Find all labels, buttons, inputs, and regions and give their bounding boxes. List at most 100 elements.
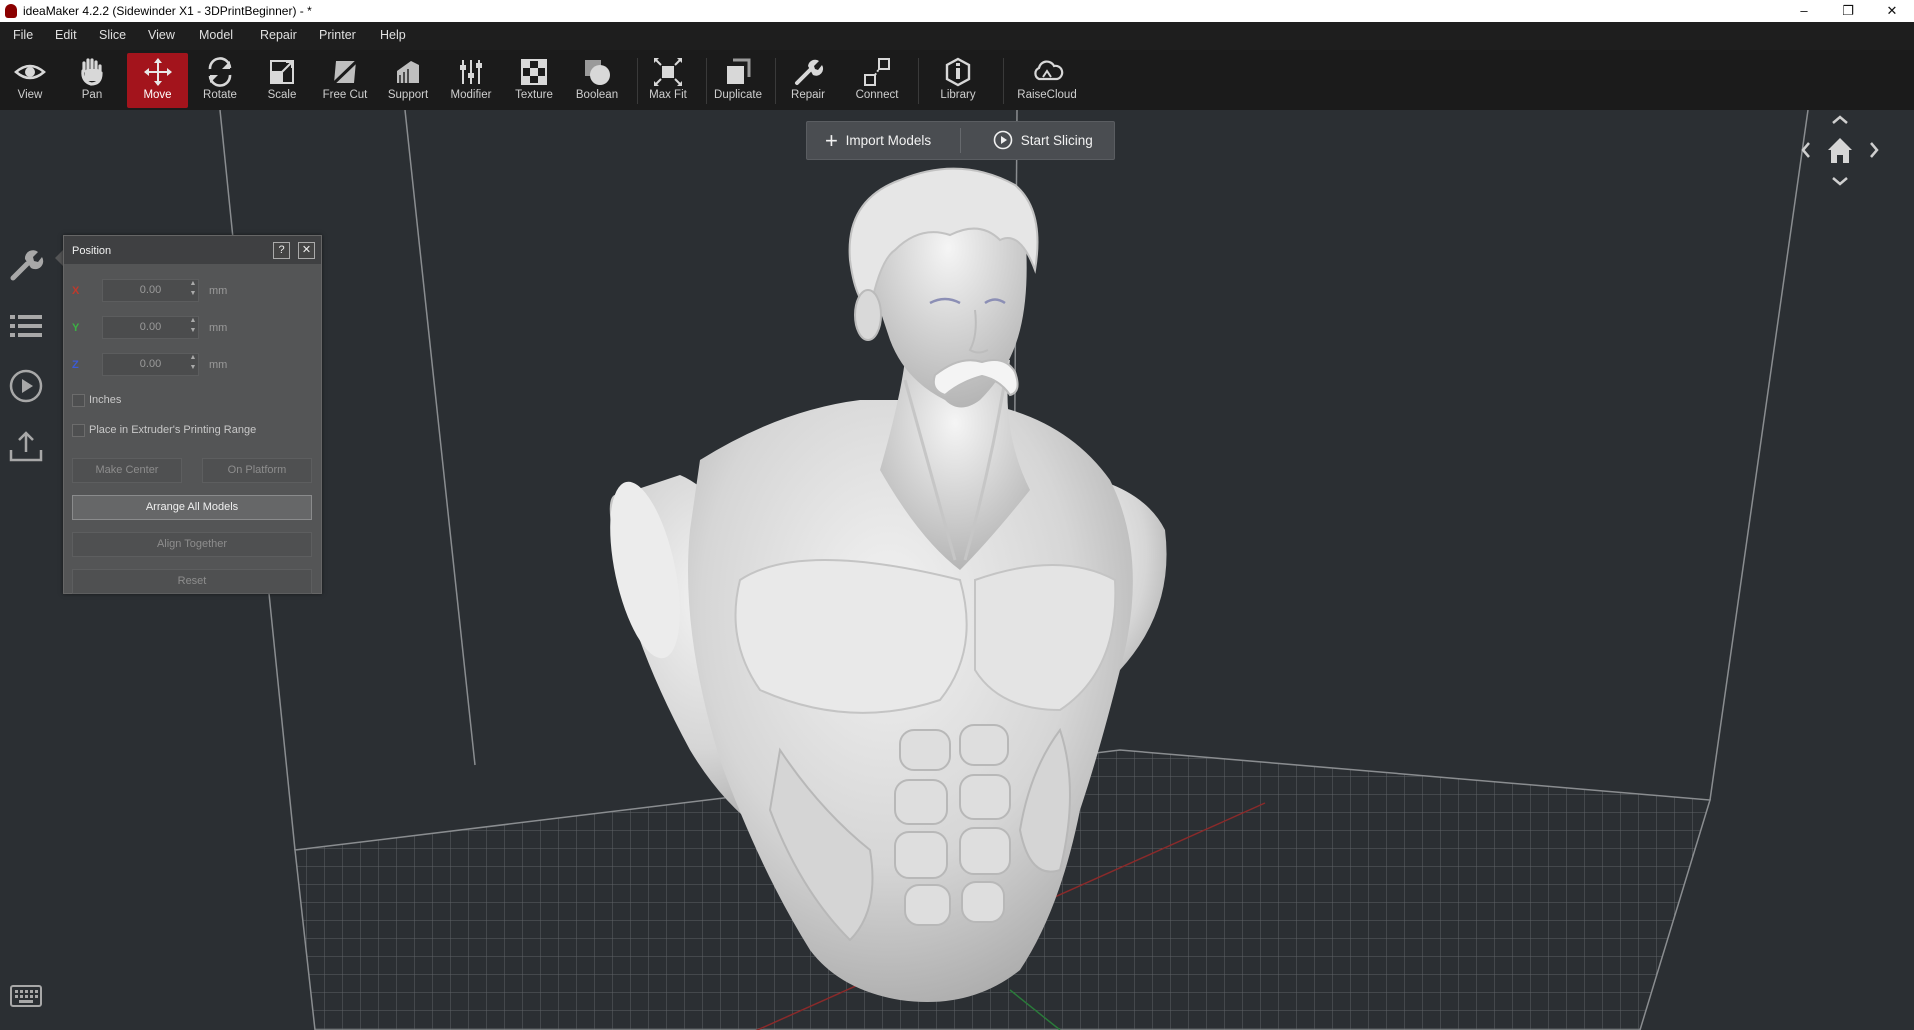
rotate-tool-button[interactable]: Rotate [196,53,244,108]
duplicate-tool-label: Duplicate [714,89,762,101]
texture-tool-button[interactable]: Texture [508,53,560,108]
menu-help[interactable]: Help [380,28,406,42]
panel-pointer [55,250,63,266]
3d-viewport[interactable]: + Import Models Start Slicing Position ?… [0,110,1914,1030]
boolean-icon [585,60,610,85]
keyboard-icon[interactable] [10,983,42,1009]
start-slicing-button[interactable]: Start Slicing [993,122,1093,159]
make-center-button[interactable]: Make Center [72,458,182,483]
y-unit-label: mm [209,322,228,334]
help-button[interactable]: ? [273,242,290,259]
play-icon[interactable] [8,368,44,404]
import-models-button[interactable]: + Import Models [825,122,931,159]
hand-icon [81,58,103,86]
z-spinner[interactable]: ▲ ▼ [188,353,198,374]
close-window-button[interactable]: ✕ [1870,0,1914,22]
raisecloud-tool-label: RaiseCloud [1017,89,1077,101]
move-tool-button[interactable]: Move [127,53,188,108]
library-icon [945,57,971,87]
action-bar-separator [960,128,961,153]
toolbar-separator [918,58,919,104]
pan-tool-button[interactable]: Pan [68,53,116,108]
restore-button[interactable]: ❐ [1826,0,1870,22]
action-bar: + Import Models Start Slicing [806,121,1115,160]
scale-icon [270,60,294,84]
z-unit-label: mm [209,359,228,371]
menu-slice[interactable]: Slice [99,28,126,42]
chevron-down-icon [1832,177,1848,186]
upload-icon[interactable] [8,428,44,464]
menu-repair[interactable]: Repair [260,28,297,42]
max-fit-tool-label: Max Fit [649,89,687,101]
library-tool-label: Library [940,89,976,101]
position-panel: Position ? ✕ X 0.00 ▲ ▼ mm Y 0.00 ▲ ▼ mm Z… [63,235,322,594]
chevron-left-icon [1801,142,1810,158]
modifier-tool-button[interactable]: Modifier [446,53,496,108]
x-unit-label: mm [209,285,228,297]
raisecloud-tool-button[interactable]: RaiseCloud [1015,53,1079,108]
list-icon[interactable] [8,308,44,344]
x-position-input[interactable]: 0.00 [102,279,199,302]
scale-tool-button[interactable]: Scale [258,53,306,108]
free-cut-tool-label: Free Cut [322,89,368,101]
support-tool-label: Support [387,89,429,101]
z-position-input[interactable]: 0.00 [102,353,199,376]
start-slicing-label: Start Slicing [1020,133,1093,148]
x-spinner[interactable]: ▲ ▼ [188,279,198,300]
toolbar-separator [637,58,638,104]
max-fit-tool-button[interactable]: Max Fit [643,53,693,108]
library-tool-button[interactable]: Library [933,53,983,108]
pan-tool-label: Pan [81,89,103,101]
checkerboard-icon [521,59,547,85]
toolbar-separator [775,58,776,104]
texture-tool-label: Texture [515,89,553,101]
move-tool-label: Move [143,89,172,101]
plus-icon: + [825,128,838,153]
menu-view[interactable]: View [148,28,175,42]
on-platform-button[interactable]: On Platform [202,458,312,483]
free-cut-tool-button[interactable]: Free Cut [318,53,372,108]
y-position-input[interactable]: 0.00 [102,316,199,339]
repair-tool-button[interactable]: Repair [782,53,834,108]
toolbar-separator [706,58,707,104]
reset-button[interactable]: Reset [72,569,312,594]
home-icon [1828,138,1852,163]
view-tool-button[interactable]: View [6,53,54,108]
menu-edit[interactable]: Edit [55,28,77,42]
y-axis-label: Y [72,322,80,334]
wrench-icon[interactable] [8,246,44,282]
chevron-up-icon [1832,115,1848,124]
scale-tool-label: Scale [267,89,297,101]
view-navigation-control[interactable] [1800,114,1880,194]
window-title: ideaMaker 4.2.2 (Sidewinder X1 - 3DPrint… [23,4,312,18]
duplicate-tool-button[interactable]: Duplicate [710,53,766,108]
max-fit-icon [654,58,682,86]
y-spinner[interactable]: ▲ ▼ [188,316,198,337]
support-tool-button[interactable]: Support [382,53,434,108]
toolbar-separator [1003,58,1004,104]
wrench-icon [795,59,824,85]
x-axis-label: X [72,285,80,297]
inches-checkbox[interactable] [72,394,85,407]
z-axis-label: Z [72,359,79,371]
repair-tool-label: Repair [791,89,825,101]
menu-model[interactable]: Model [199,28,233,42]
close-panel-button[interactable]: ✕ [298,242,315,259]
sliders-icon [460,60,482,84]
connect-icon [864,58,890,86]
rotate-icon [208,57,232,87]
import-models-label: Import Models [845,133,932,148]
duplicate-icon [727,58,751,84]
menu-printer[interactable]: Printer [319,28,356,42]
rotate-tool-label: Rotate [203,89,237,101]
align-together-button[interactable]: Align Together [72,532,312,557]
minimize-button[interactable]: – [1782,0,1826,22]
app-logo-icon [5,4,17,18]
boolean-tool-button[interactable]: Boolean [572,53,622,108]
extruder-range-checkbox[interactable] [72,424,85,437]
menu-file[interactable]: File [13,28,33,42]
play-circle-icon [993,130,1013,150]
arrange-all-models-button[interactable]: Arrange All Models [72,495,312,520]
connect-tool-label: Connect [855,89,899,101]
connect-tool-button[interactable]: Connect [850,53,904,108]
